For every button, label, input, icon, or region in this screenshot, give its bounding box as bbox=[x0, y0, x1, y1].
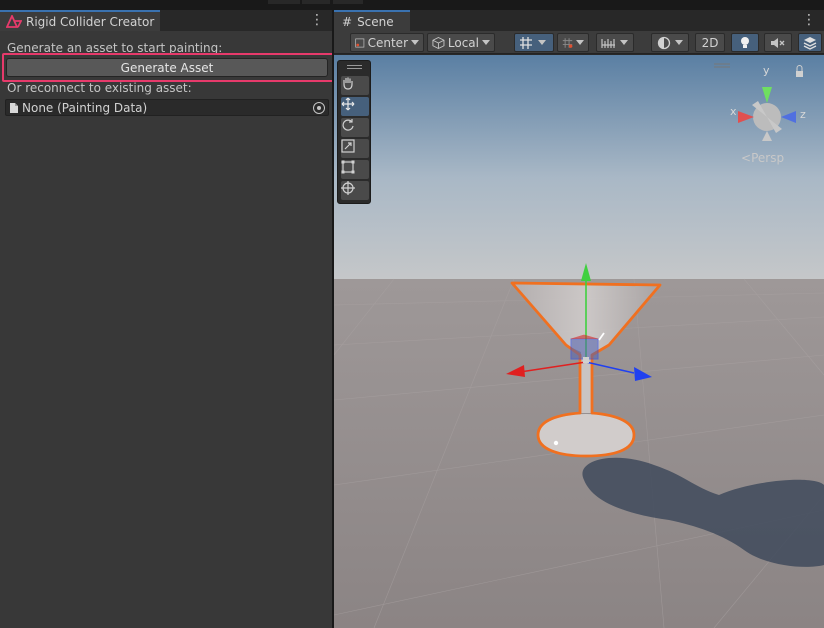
grid-snap-icon bbox=[520, 36, 532, 49]
view-tool-button[interactable] bbox=[341, 76, 369, 95]
shading-sphere-icon bbox=[657, 36, 671, 49]
rect-transform-icon bbox=[341, 160, 355, 174]
top-strip-segment bbox=[333, 0, 363, 4]
painting-data-object-field[interactable]: None (Painting Data) bbox=[5, 99, 329, 116]
grid-icon: # bbox=[342, 14, 353, 29]
grip-icon[interactable] bbox=[347, 65, 362, 69]
scene-render bbox=[334, 55, 824, 628]
kebab-menu-icon[interactable]: ⋮ bbox=[310, 12, 324, 28]
draw-mode-dropdown[interactable] bbox=[651, 33, 689, 52]
generate-prompt-label: Generate an asset to start painting: bbox=[7, 41, 223, 55]
asset-field-value: None (Painting Data) bbox=[22, 100, 148, 115]
left-tab-bar: Rigid Collider Creator ⋮ bbox=[0, 10, 332, 31]
audio-muted-icon bbox=[771, 37, 785, 48]
increment-snap-toggle[interactable] bbox=[557, 33, 589, 52]
chevron-down-icon bbox=[482, 40, 490, 45]
axis-z-label: z bbox=[800, 108, 806, 121]
audio-toggle[interactable] bbox=[764, 33, 792, 52]
scene-viewport[interactable]: y x z <Persp bbox=[334, 55, 824, 628]
pivot-mode-dropdown[interactable]: Center bbox=[350, 33, 424, 52]
2d-view-toggle[interactable]: 2D bbox=[695, 33, 725, 52]
pivot-center-icon bbox=[355, 38, 365, 47]
increment-snap-icon bbox=[562, 37, 573, 48]
scene-toolbar: Center Local 2D bbox=[334, 31, 824, 54]
rigid-collider-creator-panel: Rigid Collider Creator ⋮ Generate an ass… bbox=[0, 10, 334, 628]
top-strip bbox=[0, 0, 824, 10]
projection-toggle[interactable]: <Persp bbox=[741, 151, 784, 165]
chevron-down-icon bbox=[538, 40, 546, 45]
ruler-icon bbox=[601, 38, 615, 48]
local-cube-icon bbox=[432, 36, 445, 49]
transform-icon bbox=[341, 181, 355, 195]
axis-x-label: x bbox=[730, 105, 737, 118]
chevron-down-icon bbox=[620, 40, 628, 45]
scene-panel: # Scene ⋮ Center Local 2D y x z <Persp bbox=[334, 10, 824, 628]
scale-tool-button[interactable] bbox=[341, 139, 369, 158]
hand-icon bbox=[343, 77, 353, 90]
object-picker-icon[interactable] bbox=[313, 102, 325, 114]
axis-y-label: y bbox=[763, 64, 770, 77]
tool-palette bbox=[337, 60, 371, 204]
tab-scene[interactable]: # Scene bbox=[334, 10, 410, 31]
kebab-menu-icon[interactable]: ⋮ bbox=[802, 12, 816, 28]
move-arrows-icon bbox=[341, 97, 355, 111]
document-icon bbox=[10, 102, 18, 113]
reconnect-prompt-label: Or reconnect to existing asset: bbox=[7, 81, 192, 95]
rotate-icon bbox=[342, 119, 354, 131]
effects-toggle[interactable] bbox=[798, 33, 822, 52]
projection-label: Persp bbox=[751, 151, 785, 165]
chevron-down-icon bbox=[411, 40, 419, 45]
pivot-rotation-dropdown[interactable]: Local bbox=[427, 33, 495, 52]
lighting-toggle[interactable] bbox=[731, 33, 759, 52]
layers-icon bbox=[803, 36, 817, 50]
rotate-tool-button[interactable] bbox=[341, 118, 369, 137]
perspective-icon: < bbox=[741, 151, 752, 165]
pivot-mode-label: Center bbox=[367, 35, 408, 50]
rect-tool-button[interactable] bbox=[341, 160, 369, 179]
pivot-rotation-label: Local bbox=[447, 35, 479, 50]
transform-tool-button[interactable] bbox=[341, 181, 369, 200]
top-strip-segment bbox=[302, 0, 330, 4]
rigid-collider-logo-icon bbox=[6, 14, 22, 28]
scale-icon bbox=[341, 139, 355, 153]
gizmo-visibility-dropdown[interactable] bbox=[596, 33, 634, 52]
chevron-down-icon bbox=[675, 40, 683, 45]
lightbulb-icon bbox=[741, 36, 749, 48]
grid-snap-toggle[interactable] bbox=[514, 33, 554, 52]
tab-label: Rigid Collider Creator bbox=[26, 14, 155, 29]
top-strip-segment bbox=[268, 0, 300, 4]
chevron-down-icon bbox=[576, 40, 584, 45]
generate-asset-button[interactable]: Generate Asset bbox=[6, 58, 328, 77]
tab-label: Scene bbox=[357, 14, 394, 29]
tab-rigid-collider-creator[interactable]: Rigid Collider Creator bbox=[0, 10, 160, 31]
move-tool-button[interactable] bbox=[341, 97, 369, 116]
